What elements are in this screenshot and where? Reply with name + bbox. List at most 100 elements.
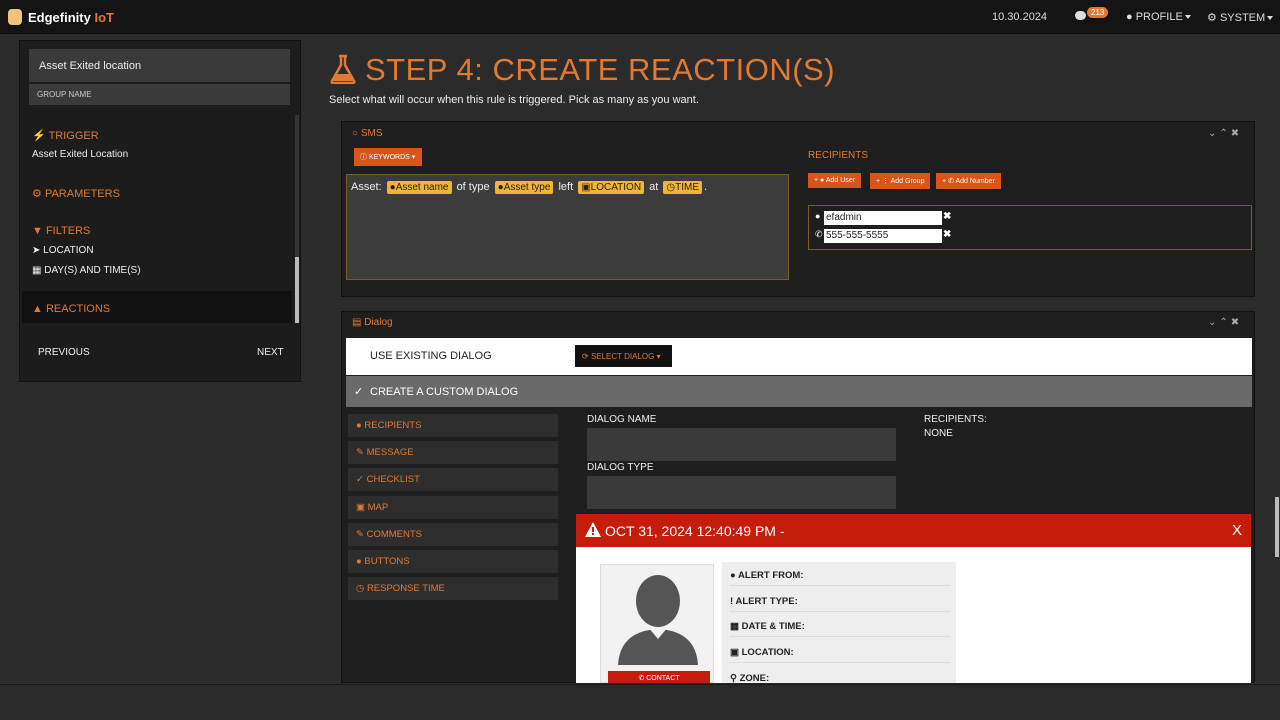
brand-suffix: IoT xyxy=(94,10,114,25)
collapse-icon[interactable]: ⌄ xyxy=(1208,128,1219,139)
add-group-button[interactable]: + ⋮ Add Group xyxy=(870,173,931,189)
messages-count-badge[interactable]: 213 xyxy=(1087,7,1109,18)
keyword-tag-label: LOCATION xyxy=(590,182,642,193)
expand-icon[interactable]: ⌃ xyxy=(1219,317,1230,328)
select-dialog-button[interactable]: ⟳ SELECT DIALOG ▾ xyxy=(575,345,672,367)
filter-icon: ▼ xyxy=(32,225,43,237)
alert-field-label: ZONE: xyxy=(739,673,770,683)
alert-field-zone: ⚲ ZONE: xyxy=(730,673,950,683)
remove-recipient-icon[interactable]: ✖ xyxy=(943,211,951,222)
remove-recipient-icon[interactable]: ✖ xyxy=(943,229,951,240)
alert-preview-card: OCT 31, 2024 12:40:49 PM - X ✆ CONTACT ●… xyxy=(576,514,1251,683)
use-existing-dialog-option[interactable]: USE EXISTING DIALOG ⟳ SELECT DIALOG ▾ xyxy=(346,338,1252,375)
alert-close-button[interactable]: X xyxy=(1232,522,1242,539)
dialog-name-input[interactable] xyxy=(587,428,896,461)
previous-button[interactable]: PREVIOUS xyxy=(38,347,90,358)
bottom-bar xyxy=(0,684,1280,720)
dialog-panel-title: ▤ Dialog xyxy=(352,317,393,328)
sidebar-step-label: PARAMETERS xyxy=(44,188,120,200)
pencil-icon: ✎ xyxy=(356,529,364,540)
sidebar-subitem-trigger[interactable]: Asset Exited Location xyxy=(32,149,128,160)
recipient-user-field[interactable]: efadmin xyxy=(824,211,942,225)
keywords-label: KEYWORDS xyxy=(368,154,410,161)
dialog-type-label: DIALOG TYPE xyxy=(587,462,654,473)
messages-icon[interactable] xyxy=(1075,11,1086,20)
calendar-icon: ▦ xyxy=(32,265,42,276)
tab-comments[interactable]: ✎ COMMENTS xyxy=(348,523,558,546)
brand-logo[interactable]: Edgefinity IoT xyxy=(28,10,114,25)
check-icon: ✓ xyxy=(356,474,364,485)
user-icon: ● xyxy=(815,211,821,221)
message-text: . xyxy=(704,181,708,193)
bolt-icon: ⚡ xyxy=(32,130,46,142)
create-custom-dialog-option[interactable]: ✓ CREATE A CUSTOM DIALOG xyxy=(346,376,1252,407)
sidebar-scrollbar-thumb[interactable] xyxy=(295,257,299,323)
page-scrollbar-thumb[interactable] xyxy=(1275,497,1279,557)
keyword-tag-location[interactable]: ▣LOCATION xyxy=(578,181,645,194)
dialog-name-label: DIALOG NAME xyxy=(587,414,657,425)
alert-field-location: ▣ LOCATION: xyxy=(730,647,950,663)
cogs-icon: ⚙ xyxy=(32,188,42,200)
sidebar-step-parameters[interactable]: ⚙ PARAMETERS xyxy=(32,187,120,200)
close-icon[interactable]: ✖ xyxy=(1231,317,1242,328)
next-button[interactable]: NEXT xyxy=(257,347,284,358)
system-menu[interactable]: ⚙ SYSTEM xyxy=(1207,11,1274,24)
users-icon: ● xyxy=(356,420,362,431)
message-text: Asset: xyxy=(351,181,382,193)
tab-label: CHECKLIST xyxy=(366,474,420,485)
window-icon: ▤ xyxy=(352,317,362,328)
sidebar-subitem-days-times[interactable]: ▦ DAY(S) AND TIME(S) xyxy=(32,265,141,276)
sidebar-step-trigger[interactable]: ⚡ TRIGGER xyxy=(32,129,99,142)
tab-recipients[interactable]: ● RECIPIENTS xyxy=(348,414,558,437)
tab-label: BUTTONS xyxy=(364,556,410,567)
tab-buttons[interactable]: ● BUTTONS xyxy=(348,550,558,573)
sidebar-step-filters[interactable]: ▼ FILTERS xyxy=(32,225,90,237)
user-icon: ● xyxy=(730,570,736,581)
sidebar-step-label: TRIGGER xyxy=(48,130,99,142)
message-text: of type xyxy=(456,181,490,193)
alert-field-label: DATE & TIME: xyxy=(741,621,805,632)
caret-down-icon xyxy=(1267,16,1274,21)
alert-field-label: LOCATION: xyxy=(741,647,794,658)
alert-details: ● ALERT FROM: ! ALERT TYPE: ▦ DATE & TIM… xyxy=(722,562,956,683)
sms-recipients-label: RECIPIENTS xyxy=(808,150,869,161)
profile-menu[interactable]: ● PROFILE xyxy=(1126,11,1191,23)
map-icon: ▣ xyxy=(356,502,365,513)
keyword-tag-asset-name[interactable]: ●Asset name xyxy=(386,181,452,194)
group-name-field[interactable]: GROUP NAME xyxy=(29,84,290,105)
rule-name-field[interactable]: Asset Exited location xyxy=(29,49,290,82)
use-existing-label: USE EXISTING DIALOG xyxy=(370,350,492,362)
recipient-phone-field[interactable]: 555-555-5555 xyxy=(824,229,942,243)
tab-map[interactable]: ▣ MAP xyxy=(348,496,558,519)
tab-label: COMMENTS xyxy=(366,529,423,540)
keyword-tag-asset-type[interactable]: ●Asset type xyxy=(494,181,554,194)
keyword-tag-label: Asset type xyxy=(503,182,551,193)
sidebar-subitem-location[interactable]: ➤ LOCATION xyxy=(32,245,94,256)
user-icon: ● xyxy=(1126,11,1133,23)
tab-label: MESSAGE xyxy=(366,447,414,458)
caret-down-icon: ▾ xyxy=(409,154,416,161)
keyword-tag-time[interactable]: ◷TIME xyxy=(663,181,702,194)
dialog-type-input[interactable] xyxy=(587,476,896,509)
sidebar-step-label: REACTIONS xyxy=(45,303,111,315)
flask-icon xyxy=(330,54,356,84)
sidebar-subitem-label: DAY(S) AND TIME(S) xyxy=(44,265,141,276)
add-user-button[interactable]: + ● Add User xyxy=(808,173,862,188)
contact-button[interactable]: ✆ CONTACT xyxy=(608,671,710,683)
sms-message-textarea[interactable]: Asset: ●Asset name of type ●Asset type l… xyxy=(346,174,789,280)
sidebar-step-reactions[interactable]: ▲ REACTIONS xyxy=(22,291,292,323)
add-number-button[interactable]: + ✆ Add Number xyxy=(936,173,1001,189)
tab-response-time[interactable]: ◷ RESPONSE TIME xyxy=(348,577,558,600)
close-icon[interactable]: ✖ xyxy=(1231,128,1242,139)
collapse-icon[interactable]: ⌄ xyxy=(1208,317,1219,328)
expand-icon[interactable]: ⌃ xyxy=(1219,128,1230,139)
contact-label: CONTACT xyxy=(646,675,680,682)
keywords-dropdown-button[interactable]: ⓘ KEYWORDS ▾ xyxy=(354,148,422,166)
warning-icon xyxy=(585,522,601,537)
tab-checklist[interactable]: ✓ CHECKLIST xyxy=(348,468,558,491)
refresh-icon: ⟳ xyxy=(582,352,589,361)
dialog-title-label: Dialog xyxy=(364,317,393,328)
alert-field-type: ! ALERT TYPE: xyxy=(730,596,950,612)
tab-message[interactable]: ✎ MESSAGE xyxy=(348,441,558,464)
sidebar-step-reactions-label: ▲ REACTIONS xyxy=(32,303,110,315)
